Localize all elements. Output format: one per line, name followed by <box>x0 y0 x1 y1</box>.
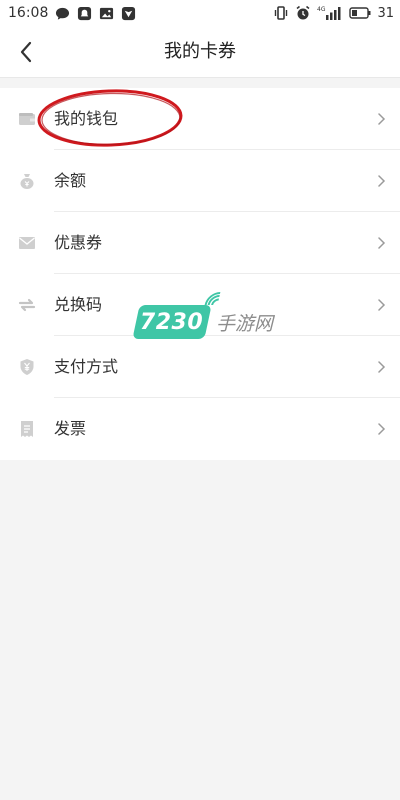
menu-item-label: 兑换码 <box>54 295 103 314</box>
alarm-icon <box>295 5 311 21</box>
menu-item-balance[interactable]: 余额 <box>0 150 400 212</box>
menu-item-label: 优惠券 <box>54 233 103 252</box>
menu-item-label: 支付方式 <box>54 357 119 376</box>
battery-icon <box>349 5 371 21</box>
receipt-icon <box>18 420 36 438</box>
chevron-right-icon <box>378 113 386 125</box>
shield-app-icon <box>120 5 136 21</box>
status-left: 16:08 <box>8 5 136 21</box>
menu-list: 我的钱包 余额 优惠券 兑换码 支付方式 发票 <box>0 88 400 460</box>
menu-item-wallet[interactable]: 我的钱包 <box>0 88 400 150</box>
chevron-right-icon <box>378 237 386 249</box>
chevron-right-icon <box>378 175 386 187</box>
menu-item-label: 余额 <box>54 171 87 190</box>
status-bar: 16:08 4G 31 <box>0 0 400 26</box>
status-time: 16:08 <box>8 5 49 21</box>
status-right: 4G 31 <box>273 5 394 21</box>
menu-item-invoice[interactable]: 发票 <box>0 398 400 460</box>
menu-item-label: 发票 <box>54 419 87 438</box>
watermark-text: 手游网 <box>216 312 274 335</box>
nav-bar: 我的卡券 <box>0 26 400 78</box>
menu-item-coupons[interactable]: 优惠券 <box>0 212 400 274</box>
watermark-badge: 7230 <box>132 292 221 339</box>
envelope-coupon-icon <box>18 234 36 252</box>
network-label: 4G <box>317 6 326 13</box>
battery-level: 31 <box>377 5 394 21</box>
vibrate-icon <box>273 5 289 21</box>
wifi-signal-icon <box>204 292 221 306</box>
wallet-icon <box>18 110 36 128</box>
image-icon <box>98 5 114 21</box>
money-bag-icon <box>18 172 36 190</box>
exchange-arrows-icon <box>18 296 36 314</box>
watermark: 7230 手游网 <box>132 292 286 346</box>
chevron-right-icon <box>378 361 386 373</box>
watermark-number: 7230 <box>140 309 204 335</box>
notification-bell-icon <box>76 5 92 21</box>
yuan-shield-icon <box>18 358 36 376</box>
menu-item-label: 我的钱包 <box>54 109 119 128</box>
page-title: 我的卡券 <box>164 41 236 62</box>
chevron-right-icon <box>378 299 386 311</box>
message-bubble-icon <box>54 5 70 21</box>
signal-icon: 4G <box>317 5 343 21</box>
chevron-right-icon <box>378 423 386 435</box>
